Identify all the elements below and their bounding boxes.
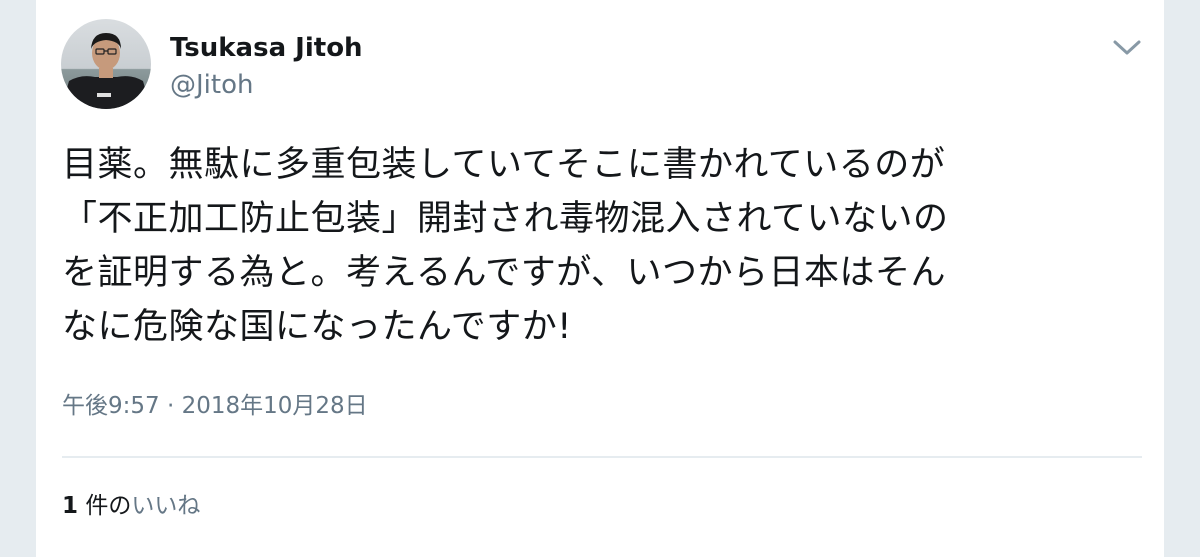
likes-label: いいね (131, 493, 201, 519)
likes-unit: 件の (85, 493, 132, 519)
tweet-date[interactable]: 2018年10月28日 (182, 393, 368, 419)
avatar[interactable] (61, 19, 151, 109)
tweet-text-line: を証明する為と。考えるんですが、いつから日本はそん (62, 253, 947, 293)
likes-stat[interactable]: 1 件のいいね (62, 490, 200, 522)
tweet-menu-button[interactable] (1110, 30, 1144, 64)
chevron-down-icon (1113, 40, 1141, 55)
tweet-text-line: 目薬。無駄に多重包装していてそこに書かれているのが (62, 145, 946, 185)
tweet-text: 目薬。無駄に多重包装していてそこに書かれているのが 「不正加工防止包装」開封され… (62, 138, 1142, 354)
tweet-text-line: なに危険な国になったんですか! (62, 307, 572, 347)
right-gutter (1164, 0, 1200, 557)
likes-count: 1 (62, 493, 79, 519)
timestamp-separator: · (166, 393, 175, 419)
author-handle[interactable]: @Jitoh (170, 69, 253, 101)
tweet-text-line: 「不正加工防止包装」開封され毒物混入されていないの (62, 199, 949, 239)
tweet-time[interactable]: 午後9:57 (62, 393, 160, 419)
left-gutter (0, 0, 36, 557)
tweet-card: Tsukasa Jitoh @Jitoh 目薬。無駄に多重包装していてそこに書か… (0, 0, 1200, 557)
tweet-timestamp[interactable]: 午後9:57 · 2018年10月28日 (62, 390, 368, 422)
profile-photo-icon (61, 19, 151, 109)
divider (62, 456, 1142, 458)
author-display-name[interactable]: Tsukasa Jitoh (170, 32, 363, 64)
